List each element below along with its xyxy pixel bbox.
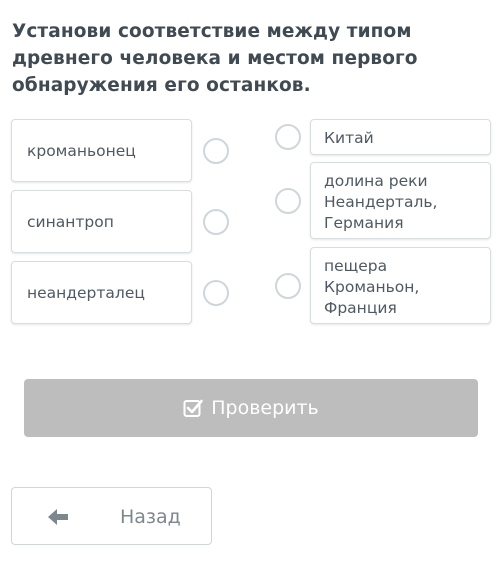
left-item-sinanthropus[interactable]: синантроп bbox=[11, 190, 192, 253]
checkbox-check-icon bbox=[183, 399, 204, 417]
back-button-label: Назад bbox=[120, 506, 181, 528]
left-item-label: неандерталец bbox=[27, 283, 145, 302]
left-item-label: кроманьонец bbox=[27, 141, 136, 160]
arrow-left-icon bbox=[48, 509, 68, 525]
left-connector-radio-3[interactable] bbox=[203, 280, 229, 306]
check-button[interactable]: Проверить bbox=[24, 379, 478, 437]
left-item-neanderthal[interactable]: неандерталец bbox=[11, 261, 192, 324]
right-item-cromagnon-cave[interactable]: пещера Кроманьон, Франция bbox=[310, 247, 491, 324]
right-item-label: Китай bbox=[324, 129, 374, 147]
right-item-china[interactable]: Китай bbox=[310, 119, 491, 155]
back-button[interactable]: Назад bbox=[11, 487, 212, 545]
right-connector-radio-3[interactable] bbox=[275, 273, 301, 299]
left-item-label: синантроп bbox=[27, 212, 114, 231]
left-connector-radio-1[interactable] bbox=[203, 138, 229, 164]
right-connector-radio-2[interactable] bbox=[275, 188, 301, 214]
left-connector-radio-2[interactable] bbox=[203, 209, 229, 235]
check-button-label: Проверить bbox=[211, 397, 319, 419]
right-connector-radio-1[interactable] bbox=[275, 124, 301, 150]
right-item-label: пещера Кроманьон, Франция bbox=[324, 257, 420, 317]
question-title: Установи соответствие между типом древне… bbox=[12, 21, 418, 96]
right-item-label: долина реки Неандерталь, Германия bbox=[324, 172, 438, 232]
right-item-neander-valley[interactable]: долина реки Неандерталь, Германия bbox=[310, 162, 491, 239]
left-item-cromagnon[interactable]: кроманьонец bbox=[11, 119, 192, 182]
